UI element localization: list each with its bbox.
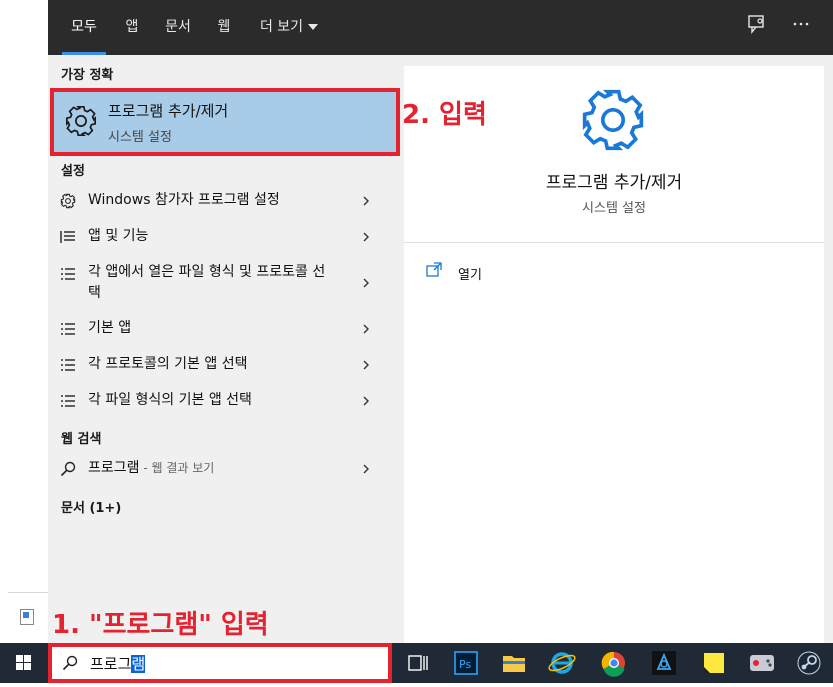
web-search-item[interactable]: 프로그램 - 웹 결과 보기 [48, 457, 388, 481]
file-explorer-taskbar-button[interactable] [490, 643, 538, 683]
feedback-icon [748, 15, 764, 34]
list-icon [61, 395, 75, 407]
settings-item-label: 각 파일 형식의 기본 앱 선택 [88, 392, 252, 408]
settings-item-protocol-defaults[interactable]: 각 프로토콜의 기본 앱 선택 [48, 353, 388, 377]
tab-all[interactable]: 모두 [62, 0, 106, 55]
sticky-notes-taskbar-button[interactable] [690, 643, 738, 683]
taskbar: 프로그램 Ps [0, 643, 833, 683]
settings-item-label: 앱 및 기능 [88, 228, 149, 244]
photoshop-taskbar-button[interactable]: Ps [442, 643, 490, 683]
open-external-icon [426, 262, 442, 277]
gear-icon [582, 89, 644, 151]
open-label: 열기 [458, 268, 482, 283]
section-settings: 설정 [61, 164, 85, 179]
settings-item-label: 각 프로토콜의 기본 앱 선택 [88, 356, 248, 372]
folder-icon [503, 656, 525, 672]
tab-web[interactable]: 웹 [212, 0, 236, 55]
section-best-match: 가장 정확 [61, 68, 114, 83]
list-icon [61, 268, 75, 280]
start-button[interactable] [0, 643, 48, 683]
steam-icon [797, 651, 821, 675]
tab-documents[interactable]: 문서 [158, 0, 198, 55]
photoshop-icon: Ps [454, 651, 478, 675]
steam-taskbar-button[interactable] [785, 643, 833, 683]
task-view-button[interactable] [394, 643, 442, 683]
battlenet-icon [652, 651, 676, 675]
settings-item-file-types[interactable]: 각 앱에서 열은 파일 형식 및 프로토콜 선택 [48, 261, 388, 305]
search-composing-text: 램 [131, 655, 146, 673]
preview-subtitle: 시스템 설정 [582, 201, 646, 216]
search-icon [60, 461, 76, 477]
section-documents[interactable]: 문서 (1+) [61, 497, 121, 516]
annotation-step1: 1. "프로그램" 입력 [52, 610, 269, 640]
best-match-title: 프로그램 추가/제거 [108, 102, 229, 120]
task-view-icon [408, 655, 428, 671]
best-match-subtitle: 시스템 설정 [108, 130, 172, 145]
svg-text:Ps: Ps [459, 658, 471, 671]
tab-bar: 모두 앱 문서 웹 더 보기 [48, 0, 833, 55]
search-typed-text: 프로그 [90, 655, 132, 673]
windows-logo-icon [16, 655, 31, 670]
chrome-icon [601, 651, 625, 677]
chevron-right-icon [363, 232, 369, 242]
results-list: 가장 정확 프로그램 추가/제거 시스템 설정 설정 Windows 참가자 프… [48, 55, 403, 643]
chrome-taskbar-button[interactable] [590, 643, 638, 683]
divider [404, 242, 824, 243]
ellipsis-icon [793, 22, 809, 26]
search-input[interactable]: 프로그램 [52, 647, 388, 679]
best-match-item[interactable]: 프로그램 추가/제거 시스템 설정 [50, 88, 400, 156]
background-document [8, 592, 48, 637]
list-icon [60, 231, 75, 243]
chevron-right-icon [363, 396, 369, 406]
section-web-search: 웹 검색 [61, 432, 102, 447]
gear-icon [65, 105, 97, 137]
internet-explorer-icon [548, 652, 576, 674]
chevron-right-icon [363, 324, 369, 334]
tab-apps[interactable]: 앱 [120, 0, 144, 55]
chevron-right-icon [363, 360, 369, 370]
chevron-right-icon [363, 196, 369, 206]
settings-item-filetype-defaults[interactable]: 각 파일 형식의 기본 앱 선택 [48, 389, 388, 413]
game-controller-icon [750, 655, 774, 671]
search-box-highlight: 프로그램 [48, 643, 392, 683]
tab-more[interactable]: 더 보기 [252, 0, 326, 55]
chevron-down-icon [308, 24, 319, 30]
settings-item-apps-features[interactable]: 앱 및 기능 [48, 225, 388, 249]
preview-title: 프로그램 추가/제거 [545, 173, 683, 193]
more-options-button[interactable] [788, 14, 814, 40]
settings-item-label: 기본 앱 [88, 320, 132, 336]
preview-pane: 프로그램 추가/제거 시스템 설정 열기 [404, 66, 824, 643]
list-icon [61, 359, 75, 371]
web-search-label: 프로그램 [88, 460, 140, 476]
chevron-right-icon [363, 464, 369, 474]
ie-taskbar-button[interactable] [538, 643, 586, 683]
list-icon [61, 323, 75, 335]
chevron-right-icon [363, 278, 369, 288]
game-app-taskbar-button[interactable] [738, 643, 786, 683]
sticky-note-icon [704, 653, 724, 673]
annotation-step2: 2. 입력 [402, 100, 487, 130]
settings-item-default-apps[interactable]: 기본 앱 [48, 317, 388, 341]
gear-icon [60, 193, 76, 209]
document-icon [20, 609, 34, 625]
search-icon [62, 655, 78, 671]
feedback-button[interactable] [744, 14, 770, 40]
settings-item-insider[interactable]: Windows 참가자 프로그램 설정 [48, 189, 388, 213]
battlenet-taskbar-button[interactable] [640, 643, 688, 683]
settings-item-label: Windows 참가자 프로그램 설정 [88, 192, 280, 208]
settings-item-label: 각 앱에서 열은 파일 형식 및 프로토콜 선택 [88, 264, 326, 301]
background-window [0, 0, 49, 643]
web-search-sub: - 웹 결과 보기 [139, 461, 215, 475]
